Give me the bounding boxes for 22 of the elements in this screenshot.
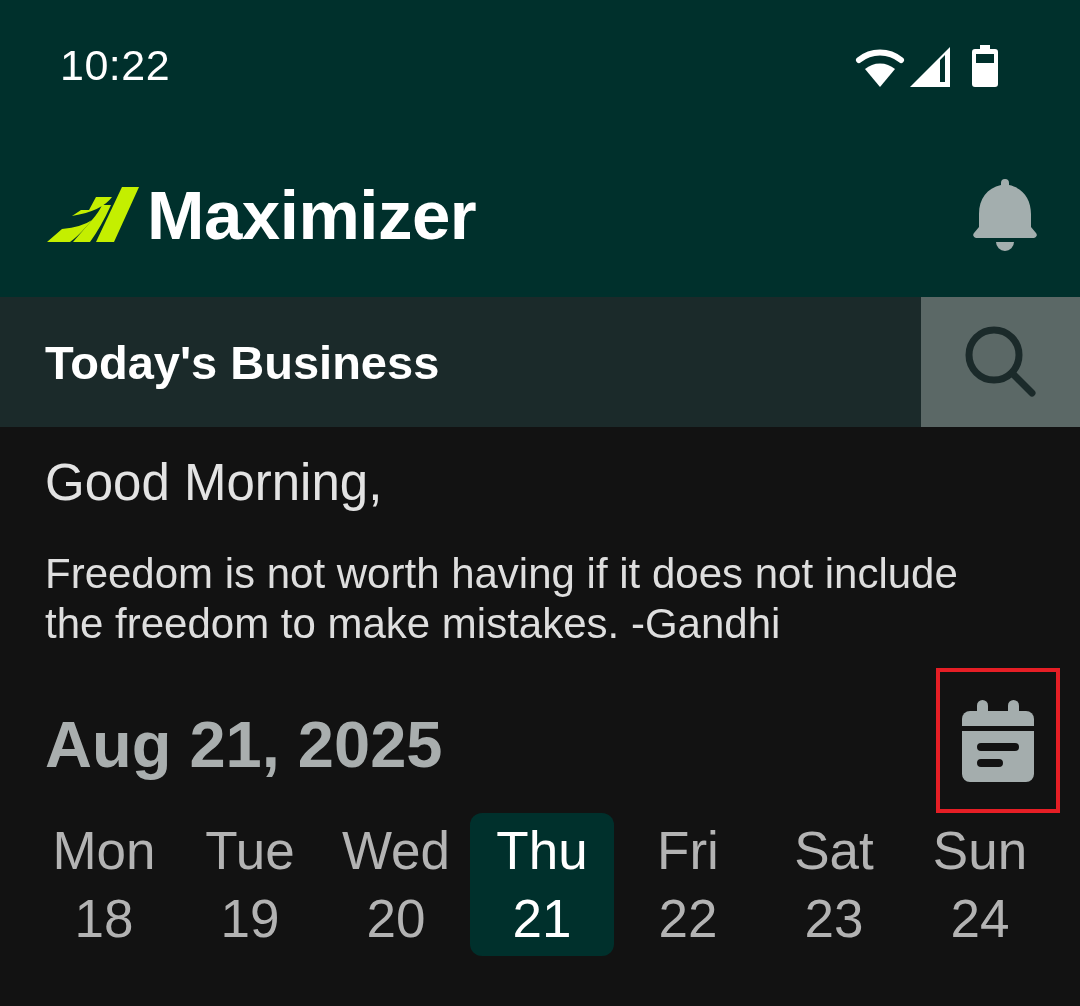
day-button[interactable]: Sun 24 (908, 813, 1052, 956)
quote-text: Freedom is not worth having if it does not include the freedom to make mistakes. -Gandhi (45, 549, 959, 649)
search-button[interactable] (921, 297, 1080, 427)
day-button[interactable]: Mon 18 (32, 813, 176, 956)
day-button[interactable]: Fri 22 (616, 813, 760, 956)
signal-icon (910, 46, 950, 87)
day-button[interactable]: Thu 21 (470, 813, 614, 956)
battery-icon (972, 44, 998, 87)
greeting-text: Good Morning, (45, 454, 384, 512)
logo-icon (47, 187, 139, 243)
search-icon (964, 326, 1037, 398)
bell-icon[interactable] (973, 179, 1037, 251)
day-button[interactable]: Wed 20 (324, 813, 468, 956)
calendar-icon (962, 699, 1034, 782)
page-title: Today's Business (44, 334, 440, 390)
date-heading: Aug 21, 2025 (45, 707, 443, 782)
logo-wordmark: Maximizer (147, 180, 477, 250)
wifi-icon (855, 46, 905, 87)
calendar-button[interactable] (936, 668, 1060, 813)
day-button[interactable]: Tue 19 (178, 813, 322, 956)
status-time: 10:22 (60, 41, 171, 90)
day-button[interactable]: Sat 23 (762, 813, 906, 956)
